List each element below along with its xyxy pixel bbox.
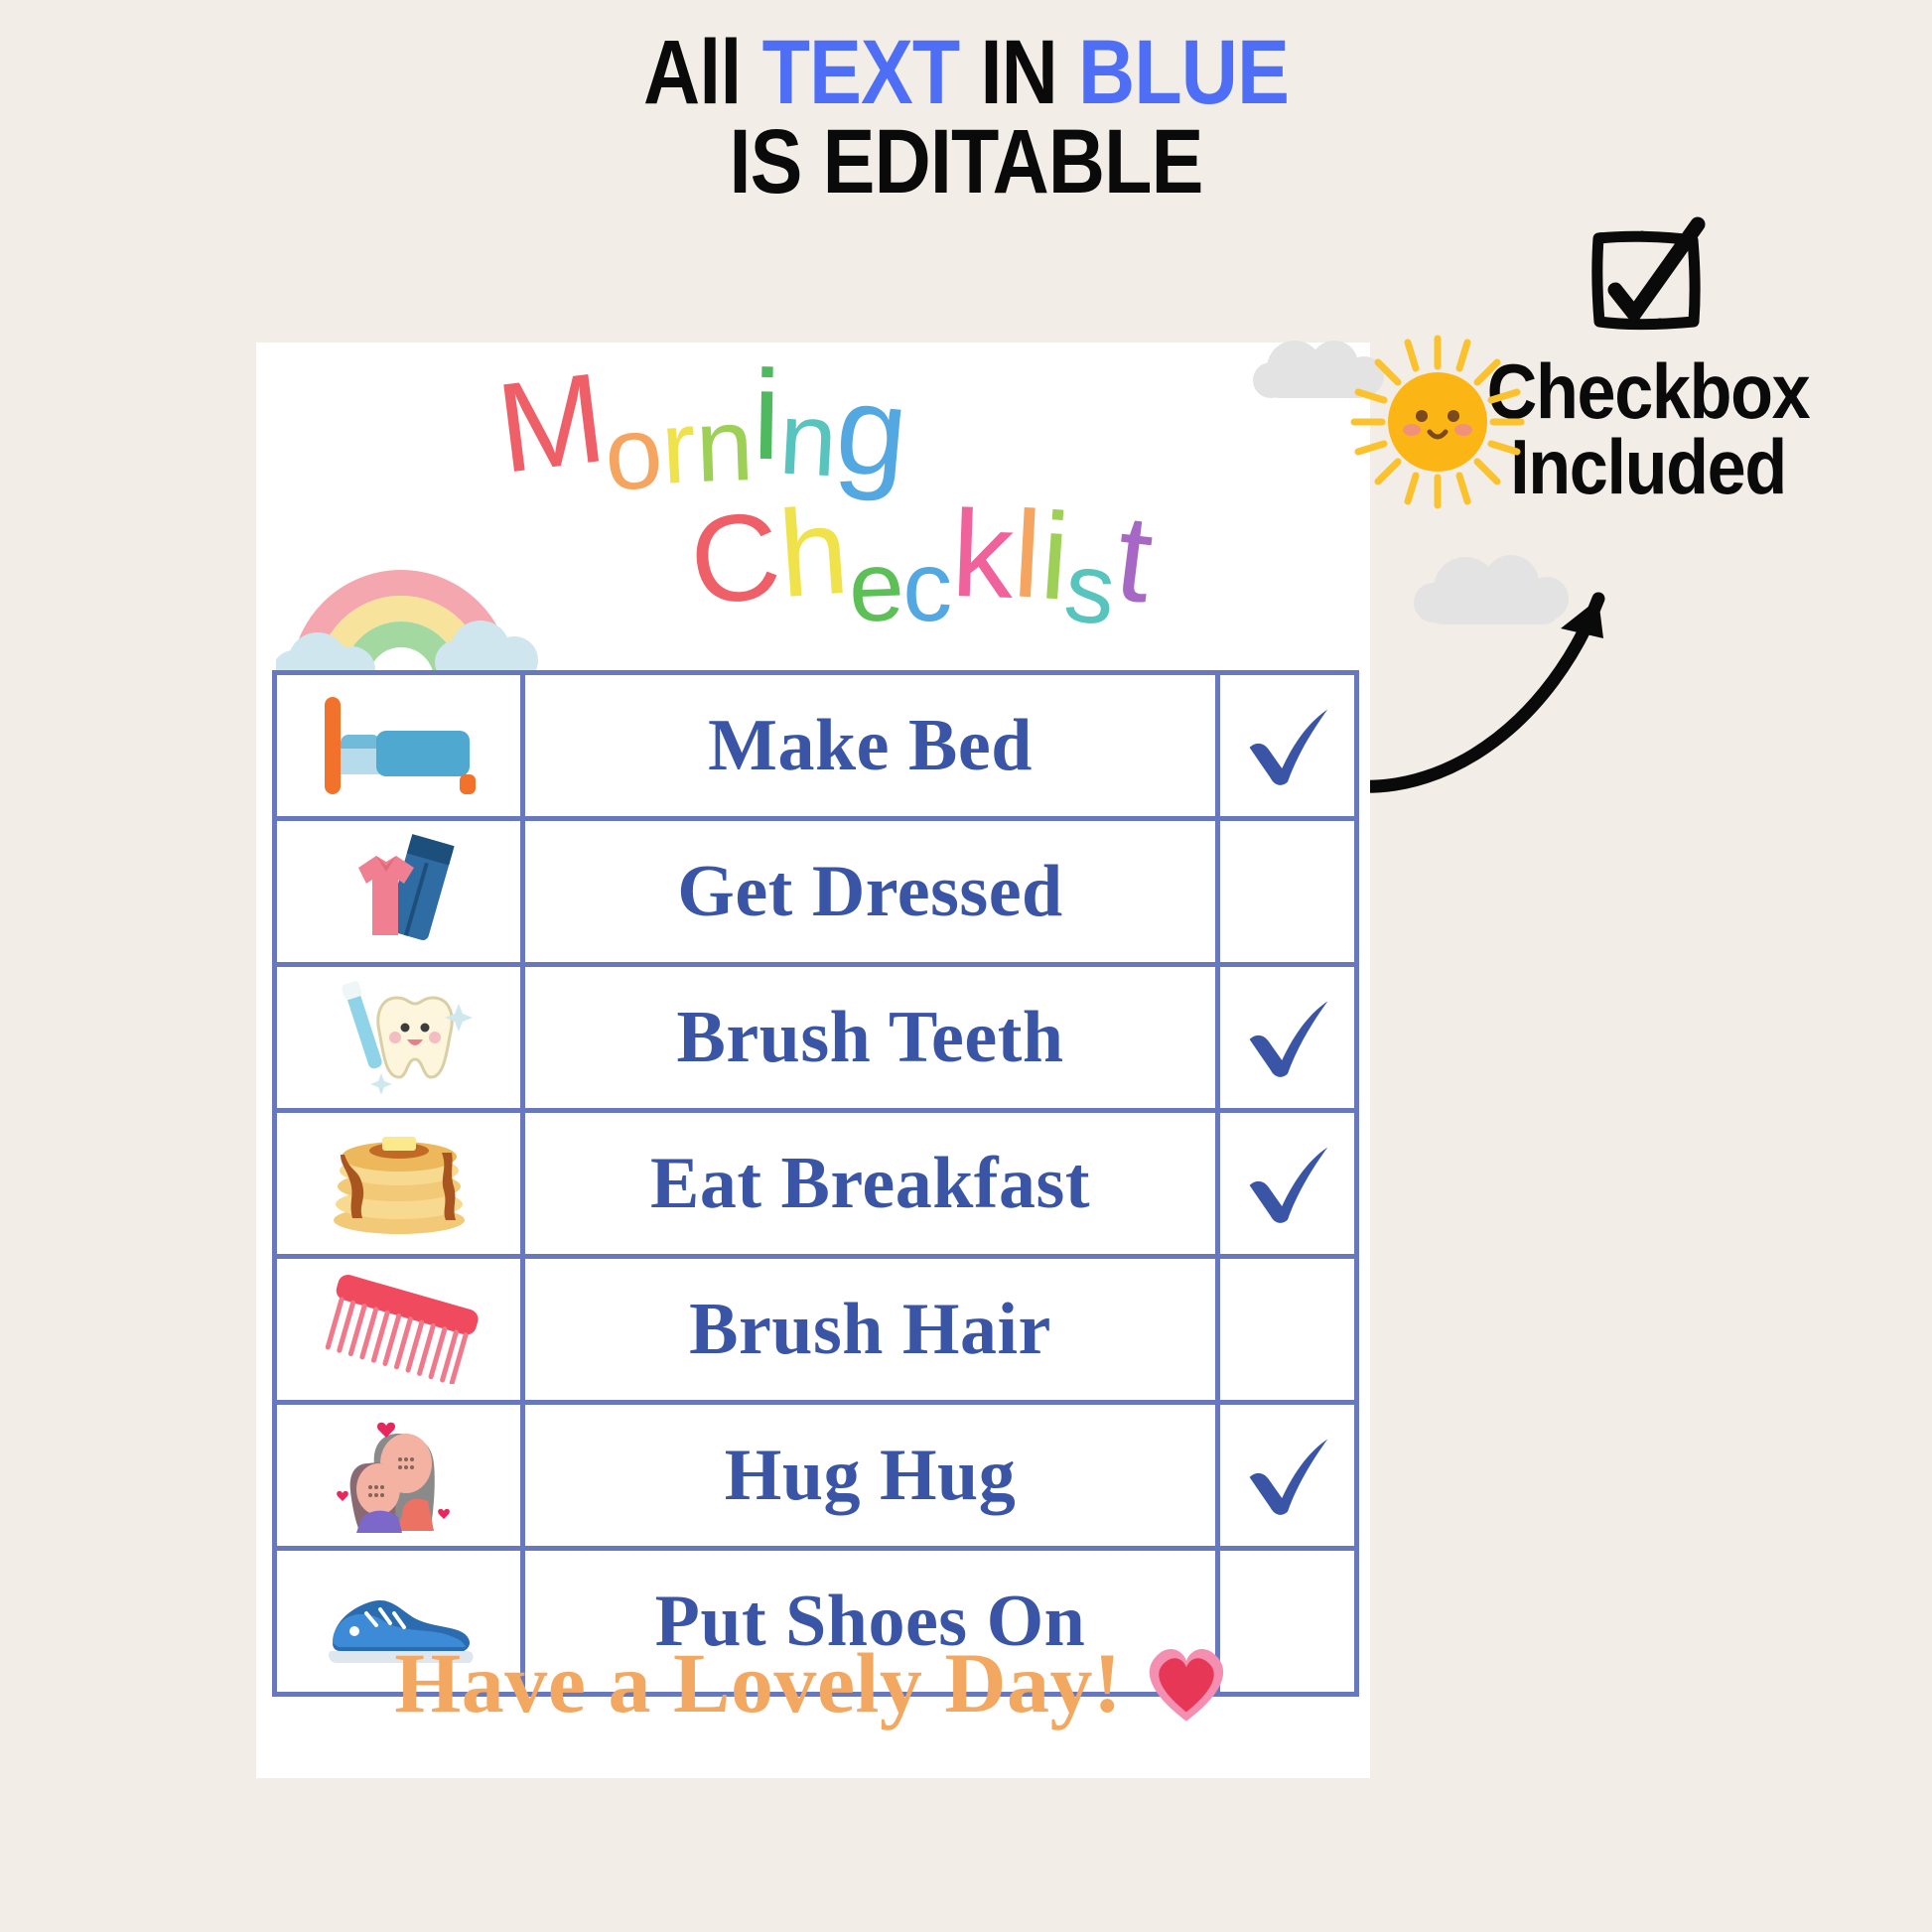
task-label: Brush Teeth	[676, 996, 1064, 1078]
title-letter: k	[949, 484, 1017, 625]
promo-banner-line-2: IS EDITABLE	[729, 111, 1203, 213]
title-letter: t	[1109, 488, 1161, 629]
footer-text: Have a Lovely Day!	[394, 1635, 1123, 1730]
title-letter: r	[658, 389, 700, 506]
task-label: Brush Hair	[689, 1288, 1051, 1370]
table-row: Get Dressed	[272, 816, 1359, 967]
title-line-checklist: Checklist	[554, 482, 1289, 646]
bed-icon	[277, 691, 520, 800]
task-label: Eat Breakfast	[650, 1142, 1090, 1224]
task-label-cell[interactable]: Hug Hug	[520, 1400, 1220, 1551]
title-letter: e	[846, 530, 906, 643]
task-label-cell[interactable]: Make Bed	[520, 670, 1220, 821]
checkbox-checked-icon	[1591, 216, 1706, 331]
table-row: Brush Hair	[272, 1254, 1359, 1405]
promo-text-blue: BLUE	[1078, 22, 1290, 123]
promo-text-in: IN	[959, 22, 1079, 123]
tooth-icon	[277, 978, 520, 1097]
task-icon-cell	[272, 1400, 525, 1551]
task-label: Get Dressed	[677, 850, 1063, 932]
promo-banner: All TEXT IN BLUE IS EDITABLE	[135, 27, 1797, 213]
task-icon-cell	[272, 670, 525, 821]
task-icon-cell	[272, 1108, 525, 1259]
task-icon-cell	[272, 816, 525, 967]
task-icon-cell	[272, 962, 525, 1113]
task-checkbox-cell[interactable]	[1215, 1400, 1359, 1551]
pancakes-icon	[277, 1129, 520, 1238]
checklist-table: Make Bed Get Dressed Brush Teeth Eat Bre…	[272, 670, 1359, 1697]
task-label-cell[interactable]: Brush Hair	[520, 1254, 1220, 1405]
promo-text-all: All	[642, 22, 762, 123]
task-label-cell[interactable]: Brush Teeth	[520, 962, 1220, 1113]
table-row: Hug Hug	[272, 1400, 1359, 1551]
title-letter: C	[683, 485, 787, 632]
task-icon-cell	[272, 1254, 525, 1405]
task-checkbox-cell[interactable]	[1215, 670, 1359, 821]
task-checkbox-cell[interactable]	[1215, 1254, 1359, 1405]
task-checkbox-cell[interactable]	[1215, 816, 1359, 967]
task-checkbox-cell[interactable]	[1215, 1108, 1359, 1259]
task-checkbox-cell[interactable]	[1215, 962, 1359, 1113]
title-letter: c	[902, 531, 953, 642]
title-letter: M	[489, 345, 613, 500]
checkmark-icon	[1249, 1001, 1327, 1077]
title-line-morning: Morning	[336, 344, 1070, 513]
comb-icon	[277, 1275, 520, 1384]
title-letter: i	[751, 344, 782, 487]
promo-banner-line-1: All TEXT IN BLUE	[135, 27, 1797, 118]
cloud-icon	[1414, 555, 1569, 624]
task-label: Hug Hug	[724, 1434, 1017, 1516]
card-title: Morning Checklist	[256, 343, 1370, 660]
task-label: Make Bed	[708, 704, 1033, 786]
printable-card: Morning Checklist Make Bed Get Dressed B…	[256, 335, 1569, 1778]
card-footer: Have a Lovely Day!	[256, 1633, 1370, 1732]
checkmark-icon	[1249, 709, 1327, 785]
title-letter: n	[776, 380, 841, 499]
task-label-cell[interactable]: Get Dressed	[520, 816, 1220, 967]
checkmark-icon	[1249, 1439, 1327, 1515]
checkmark-icon	[1249, 1147, 1327, 1223]
table-row: Brush Teeth	[272, 962, 1359, 1113]
clothes-icon	[277, 832, 520, 951]
promo-text-text: TEXT	[761, 22, 961, 123]
hug-icon	[277, 1416, 520, 1535]
heart-icon	[1149, 1648, 1223, 1722]
table-row: Make Bed	[272, 670, 1359, 821]
title-letter: g	[830, 357, 913, 505]
task-label-cell[interactable]: Eat Breakfast	[520, 1108, 1220, 1259]
title-letter: h	[773, 482, 853, 624]
title-letter: n	[693, 387, 756, 504]
table-row: Eat Breakfast	[272, 1108, 1359, 1259]
